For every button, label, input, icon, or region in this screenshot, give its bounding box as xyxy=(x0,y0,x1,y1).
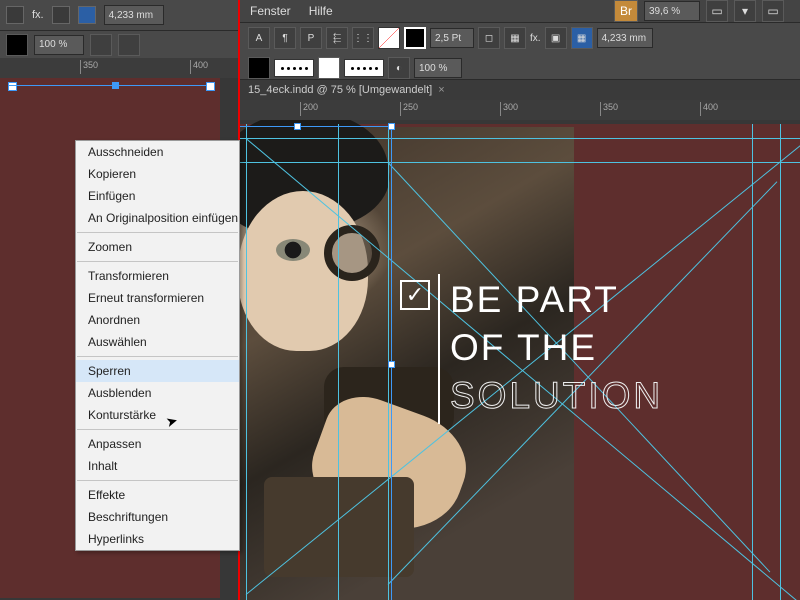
context-menu-item[interactable]: Anordnen xyxy=(76,309,239,331)
context-menu-item[interactable]: Transformieren xyxy=(76,265,239,287)
measure-field[interactable]: 4,233 mm xyxy=(104,5,164,25)
right-document-view: Fenster Hilfe Br 39,6 % ▭ ▾ ▭ A ¶ P ⬱ ⋮⋮… xyxy=(240,0,800,600)
align-left-icon[interactable]: ⬱ xyxy=(326,27,348,49)
selection-frame[interactable] xyxy=(240,126,392,600)
close-tab-icon[interactable]: × xyxy=(438,84,444,96)
control-toolbar: A ¶ P ⬱ ⋮⋮ 2,5 Pt ◻ ▦ fx. ▣ ▦ 4,233 mm ◐… xyxy=(240,22,800,80)
vertical-bar xyxy=(438,274,440,424)
menu-separator xyxy=(77,261,238,262)
context-menu-item[interactable]: Erneut transformieren xyxy=(76,287,239,309)
effects-icon[interactable]: ▦ xyxy=(504,27,526,49)
para-panel-icon[interactable]: ¶ xyxy=(274,27,296,49)
bridge-icon[interactable]: Br xyxy=(614,0,638,22)
corner-options-icon[interactable]: ◻ xyxy=(478,27,500,49)
opacity-icon[interactable]: ◐ xyxy=(388,57,410,79)
context-menu-item[interactable]: Anpassen xyxy=(76,433,239,455)
context-menu-item[interactable]: Inhalt xyxy=(76,455,239,477)
menu-bar: Fenster Hilfe Br 39,6 % ▭ ▾ ▭ xyxy=(240,0,800,22)
ruler-tick: 250 xyxy=(400,102,418,116)
context-menu-item[interactable]: Einfügen xyxy=(76,185,239,207)
unknown-tool-1[interactable] xyxy=(90,34,112,56)
menu-hilfe[interactable]: Hilfe xyxy=(309,4,333,18)
fill-white[interactable] xyxy=(318,57,340,79)
fill-black[interactable] xyxy=(248,57,270,79)
no-fill-icon[interactable] xyxy=(378,27,400,49)
stroke-weight-field[interactable]: 2,5 Pt xyxy=(430,28,474,48)
view-mode-icon[interactable]: ▭ xyxy=(706,0,728,22)
canvas[interactable]: ✓ BE PART OF THE SOLUTION xyxy=(240,120,800,600)
opacity-field[interactable]: 100 % xyxy=(414,58,462,78)
char-panel-icon[interactable]: A xyxy=(248,27,270,49)
ruler-tick: 350 xyxy=(80,60,98,74)
guide-vertical[interactable] xyxy=(780,124,781,600)
context-menu-item[interactable]: An Originalposition einfügen xyxy=(76,207,239,229)
fill-swatch[interactable] xyxy=(6,6,24,24)
menu-separator xyxy=(77,480,238,481)
tool-icon[interactable]: P xyxy=(300,27,322,49)
layout-dropdown-icon[interactable]: ▾ xyxy=(734,0,756,22)
toolbar-row-2: 100 % xyxy=(0,30,238,58)
headline[interactable]: BE PART OF THE SOLUTION xyxy=(450,276,663,420)
frame-icon[interactable] xyxy=(78,6,96,24)
page[interactable]: ✓ BE PART OF THE SOLUTION xyxy=(240,124,800,600)
frame-icon[interactable]: ▦ xyxy=(571,27,593,49)
context-menu-item[interactable]: Ausblenden xyxy=(76,382,239,404)
horizontal-ruler[interactable]: 350 400 xyxy=(0,58,238,78)
context-menu-item[interactable]: Ausschneiden xyxy=(76,141,239,163)
align-icon[interactable] xyxy=(52,6,70,24)
swatch-black[interactable] xyxy=(6,34,28,56)
selection-top-edge[interactable] xyxy=(8,84,215,91)
context-menu-item[interactable]: Sperren xyxy=(76,360,239,382)
context-menu-item[interactable]: Kopieren xyxy=(76,163,239,185)
headline-line: BE PART xyxy=(450,276,663,324)
context-menu: AusschneidenKopierenEinfügenAn Originalp… xyxy=(75,140,240,551)
document-tab[interactable]: 15_4eck.indd @ 75 % [Umgewandelt] × xyxy=(240,80,800,100)
context-menu-item[interactable]: Hyperlinks xyxy=(76,528,239,550)
ruler-tick: 300 xyxy=(500,102,518,116)
context-menu-item[interactable]: Effekte xyxy=(76,484,239,506)
toolbar-row-1: fx. 4,233 mm xyxy=(0,0,238,30)
text-wrap-icon[interactable]: ▣ xyxy=(545,27,567,49)
context-menu-item[interactable]: Beschriftungen xyxy=(76,506,239,528)
context-menu-item[interactable]: Zoomen xyxy=(76,236,239,258)
menu-fenster[interactable]: Fenster xyxy=(250,4,291,18)
dotted-style-2[interactable] xyxy=(344,59,384,77)
guide-vertical[interactable] xyxy=(752,124,753,600)
menu-separator xyxy=(77,429,238,430)
document-tab-name: 15_4eck.indd @ 75 % [Umgewandelt] xyxy=(248,84,432,96)
context-menu-item[interactable]: Konturstärke xyxy=(76,404,239,426)
fx-label[interactable]: fx. xyxy=(530,33,541,44)
unknown-tool-2[interactable] xyxy=(118,34,140,56)
headline-line-outline: SOLUTION xyxy=(450,372,663,420)
menu-separator xyxy=(77,232,238,233)
ruler-tick: 400 xyxy=(700,102,718,116)
horizontal-ruler[interactable]: 150200250300350400 xyxy=(240,100,800,120)
ruler-tick: 200 xyxy=(300,102,318,116)
zoom-field[interactable]: 100 % xyxy=(34,35,84,55)
ruler-tick: 350 xyxy=(600,102,618,116)
ruler-tick: 400 xyxy=(190,60,208,74)
distribute-icon[interactable]: ⋮⋮ xyxy=(352,27,374,49)
measure-field-2[interactable]: 4,233 mm xyxy=(597,28,653,48)
stroke-swatch[interactable] xyxy=(404,27,426,49)
context-menu-item[interactable]: Auswählen xyxy=(76,331,239,353)
fx-label[interactable]: fx. xyxy=(32,9,44,21)
check-icon: ✓ xyxy=(400,280,430,310)
headline-line: OF THE xyxy=(450,324,663,372)
dotted-style[interactable] xyxy=(274,59,314,77)
menu-separator xyxy=(77,356,238,357)
screen-mode-icon[interactable]: ▭ xyxy=(762,0,784,22)
zoom-dropdown[interactable]: 39,6 % xyxy=(644,1,700,21)
